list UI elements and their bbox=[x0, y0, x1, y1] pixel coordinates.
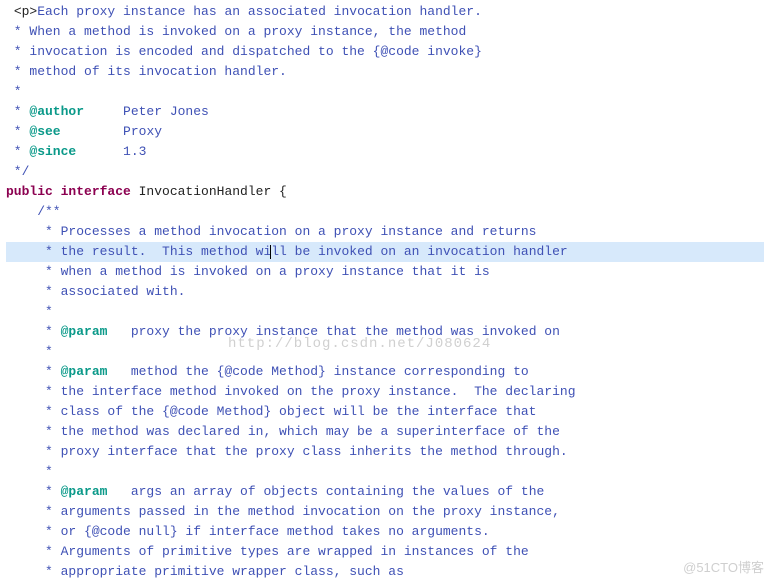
code-line: * bbox=[6, 302, 764, 322]
code-line: * Arguments of primitive types are wrapp… bbox=[6, 542, 764, 562]
code-line: * the interface method invoked on the pr… bbox=[6, 382, 764, 402]
doc-text: 1.3 bbox=[76, 144, 146, 159]
javadoc-tag: @param bbox=[61, 324, 108, 339]
code-line: * @param args an array of objects contai… bbox=[6, 482, 764, 502]
code-line: * Processes a method invocation on a pro… bbox=[6, 222, 764, 242]
code-line: * invocation is encoded and dispatched t… bbox=[6, 42, 764, 62]
code-line: * class of the {@code Method} object wil… bbox=[6, 402, 764, 422]
doc-text bbox=[6, 4, 14, 19]
code-line: public interface InvocationHandler { bbox=[6, 182, 764, 202]
code-line: * the method was declared in, which may … bbox=[6, 422, 764, 442]
javadoc-tag: @param bbox=[61, 364, 108, 379]
code-line: * @param proxy the proxy instance that t… bbox=[6, 322, 764, 342]
javadoc-tag: @param bbox=[61, 484, 108, 499]
identifier: InvocationHandler { bbox=[139, 184, 287, 199]
code-line: * @since 1.3 bbox=[6, 142, 764, 162]
doc-text: proxy the proxy instance that the method… bbox=[107, 324, 559, 339]
code-line: * associated with. bbox=[6, 282, 764, 302]
code-line: * when a method is invoked on a proxy in… bbox=[6, 262, 764, 282]
code-line: * bbox=[6, 342, 764, 362]
javadoc-tag: @since bbox=[29, 144, 76, 159]
doc-text: Proxy bbox=[61, 124, 162, 139]
doc-text: Each proxy instance has an associated in… bbox=[37, 4, 482, 19]
code-line: * or {@code null} if interface method ta… bbox=[6, 522, 764, 542]
html-tag: <p> bbox=[14, 4, 37, 19]
code-line: * proxy interface that the proxy class i… bbox=[6, 442, 764, 462]
doc-text: * bbox=[6, 124, 29, 139]
doc-text: args an array of objects containing the … bbox=[107, 484, 544, 499]
javadoc-tag: @see bbox=[29, 124, 60, 139]
code-line: */ bbox=[6, 162, 764, 182]
doc-text: * the result. This method wi bbox=[6, 244, 271, 259]
doc-text: ll be invoked on an invocation handler bbox=[271, 244, 567, 259]
doc-text: * bbox=[6, 324, 61, 339]
keyword: public interface bbox=[6, 184, 139, 199]
code-editor[interactable]: <p>Each proxy instance has an associated… bbox=[6, 2, 764, 582]
javadoc-tag: @author bbox=[29, 104, 84, 119]
doc-text: * bbox=[6, 104, 29, 119]
code-line: * @param method the {@code Method} insta… bbox=[6, 362, 764, 382]
doc-text: * bbox=[6, 144, 29, 159]
code-line: <p>Each proxy instance has an associated… bbox=[6, 2, 764, 22]
code-line: * When a method is invoked on a proxy in… bbox=[6, 22, 764, 42]
code-line: * bbox=[6, 82, 764, 102]
code-line: * appropriate primitive wrapper class, s… bbox=[6, 562, 764, 582]
code-line: * @author Peter Jones bbox=[6, 102, 764, 122]
doc-text: * bbox=[6, 364, 61, 379]
code-line: * bbox=[6, 462, 764, 482]
doc-text: Peter Jones bbox=[84, 104, 209, 119]
code-line: * arguments passed in the method invocat… bbox=[6, 502, 764, 522]
doc-text: * bbox=[6, 484, 61, 499]
code-line: /** bbox=[6, 202, 764, 222]
code-line-highlighted: * the result. This method will be invoke… bbox=[6, 242, 764, 262]
doc-text: method the {@code Method} instance corre… bbox=[107, 364, 528, 379]
code-line: * method of its invocation handler. bbox=[6, 62, 764, 82]
code-line: * @see Proxy bbox=[6, 122, 764, 142]
